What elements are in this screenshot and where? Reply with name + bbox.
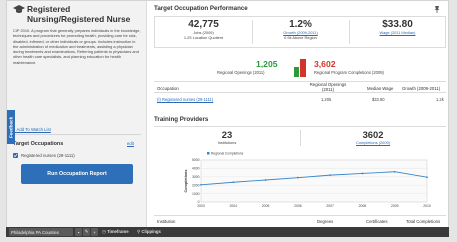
x-tick-label: 2005 bbox=[262, 204, 270, 208]
y-tick-label: 3000 bbox=[192, 175, 200, 179]
kpi-wage: $33.80 Wage (2011 Median) bbox=[349, 17, 446, 47]
legend-label: Regional Completions bbox=[211, 151, 244, 155]
add-icon[interactable]: + bbox=[91, 228, 98, 236]
occupation-table: Occupation Regional Openings (2011) Medi… bbox=[154, 81, 446, 109]
y-tick-label: 4000 bbox=[192, 167, 200, 171]
openings-bar bbox=[294, 67, 299, 77]
completions-line-chart: 0100020003000400050002003 2004 2005 2006 200… bbox=[184, 151, 431, 208]
graduation-cap-icon bbox=[13, 5, 25, 13]
data-point bbox=[296, 176, 299, 179]
region-label: Philadelphia PA Counties bbox=[11, 229, 59, 235]
kpi-jobs-value: 42,775 bbox=[188, 19, 219, 30]
timeframe-label: Timeframe bbox=[106, 228, 129, 234]
kpi-growth: 1.2% Growth (2009-2011) 0.9k Above Regio… bbox=[252, 17, 349, 47]
cell-growth: 1.2k bbox=[436, 97, 444, 102]
y-tick-label: 5000 bbox=[192, 158, 200, 162]
data-point bbox=[200, 183, 202, 186]
openings-value: 1,205 bbox=[256, 59, 278, 69]
section-title: Target Occupation Performance bbox=[154, 5, 248, 12]
kpi-wage-value: $33.80 bbox=[382, 19, 413, 30]
x-tick-label: 2004 bbox=[230, 204, 238, 208]
program-title-line2: Nursing/Registered Nurse bbox=[27, 14, 131, 24]
x-tick-label: 2009 bbox=[391, 204, 399, 208]
cell-median-wage: $33.80 bbox=[372, 97, 385, 102]
region-selector[interactable]: Philadelphia PA Counties bbox=[9, 228, 73, 236]
data-point bbox=[361, 172, 364, 175]
edit-icon[interactable]: ✎ bbox=[83, 228, 90, 236]
training-providers-panel: 23 Institutions 3602 Completions (2009) bbox=[154, 126, 446, 148]
program-title-line1: Registered bbox=[27, 4, 71, 14]
x-tick-label: 2006 bbox=[294, 204, 302, 208]
clock-icon: ◷ bbox=[102, 228, 106, 234]
kpi-wage-link[interactable]: Wage (2011 Median) bbox=[349, 30, 446, 35]
target-occupations-label: Target Occupations bbox=[13, 141, 64, 147]
col-growth[interactable]: Growth (2009-2011) bbox=[402, 86, 440, 91]
pin-icon[interactable] bbox=[433, 5, 441, 13]
program-description: CIP 2010. A program that generally prepa… bbox=[13, 28, 141, 65]
x-tick-label: 2003 bbox=[197, 204, 205, 208]
checkmark-icon bbox=[13, 154, 18, 158]
divider bbox=[13, 134, 141, 135]
kpi-location-quotient: 1.25 Location Quotient bbox=[183, 35, 224, 40]
occupation-item: Registered nurses (29-1111) bbox=[21, 153, 75, 158]
clippings-label: Clippings bbox=[141, 228, 161, 234]
timeframe-button[interactable]: ◷ Timeframe bbox=[102, 229, 129, 235]
col-certificates[interactable]: Certificates bbox=[366, 219, 388, 224]
occupation-checkbox[interactable] bbox=[13, 153, 18, 158]
map-icon[interactable]: ▪ bbox=[75, 228, 82, 236]
col-openings[interactable]: Regional Openings (2011) bbox=[304, 82, 352, 93]
institutions-value: 23 bbox=[221, 129, 233, 140]
openings-label: Regional Openings (2011) bbox=[217, 70, 265, 75]
edit-occupations-link[interactable]: edit bbox=[127, 141, 134, 146]
col-median-wage[interactable]: Median Wage bbox=[367, 86, 393, 91]
completions-table-header: Institution Degrees Certificates Total C… bbox=[154, 215, 446, 226]
data-point bbox=[426, 176, 428, 179]
clippings-button[interactable]: ⚲ Clippings bbox=[137, 229, 161, 235]
col-degrees[interactable]: Degrees bbox=[317, 219, 333, 224]
feedback-tab[interactable]: Feedback bbox=[7, 110, 15, 144]
data-point bbox=[393, 170, 396, 173]
y-axis-label: Completions bbox=[184, 170, 188, 193]
institutions-kpi: 23 Institutions bbox=[154, 129, 300, 145]
program-sidebar: Registered Nursing/Registered Nurse CIP … bbox=[7, 1, 147, 227]
y-tick-label: 1000 bbox=[192, 192, 200, 196]
kpi-growth-region: 0.9k Above Region bbox=[284, 35, 317, 40]
x-tick-label: 2007 bbox=[326, 204, 334, 208]
data-point bbox=[232, 181, 235, 184]
completions-bar bbox=[300, 59, 306, 77]
cell-openings: 1,205 bbox=[321, 97, 332, 102]
institutions-label: Institutions bbox=[217, 140, 237, 145]
completions-kpi-value: 3602 bbox=[362, 129, 384, 140]
data-point bbox=[329, 174, 332, 177]
x-tick-label: 2008 bbox=[359, 204, 367, 208]
completions-value: 3,602 bbox=[314, 59, 336, 69]
add-watch-list-link[interactable]: + Add To Watch List bbox=[13, 127, 51, 132]
legend-swatch bbox=[207, 152, 210, 155]
completions-link[interactable]: Completions (2009) bbox=[300, 140, 446, 145]
col-occupation[interactable]: Occupation bbox=[157, 86, 179, 91]
kpi-growth-value: 1.2% bbox=[289, 19, 312, 30]
occupation-link[interactable]: (I) Registered nurses (29-1111) bbox=[157, 97, 213, 102]
completions-kpi: 3602 Completions (2009) bbox=[300, 129, 446, 145]
completions-label: Regional Program Completions (2009) bbox=[314, 70, 384, 75]
y-tick-label: 2000 bbox=[192, 183, 200, 187]
pin-icon: ⚲ bbox=[137, 228, 141, 234]
x-tick-label: 2010 bbox=[423, 204, 431, 208]
col-institution[interactable]: Institution bbox=[157, 219, 175, 224]
occupation-table-header: Occupation Regional Openings (2011) Medi… bbox=[154, 81, 446, 93]
run-occupation-report-button[interactable]: Run Occupation Report bbox=[21, 164, 133, 184]
plot-area bbox=[200, 159, 428, 203]
bottom-toolbar: Philadelphia PA Counties ▪ ✎ + ◷ Timefra… bbox=[6, 227, 449, 237]
kpi-panel: 42,775 Jobs (2009) 1.25 Location Quotien… bbox=[154, 16, 446, 48]
kpi-jobs: 42,775 Jobs (2009) 1.25 Location Quotien… bbox=[155, 17, 252, 47]
app-window: Registered Nursing/Registered Nurse CIP … bbox=[6, 0, 449, 237]
col-total-completions[interactable]: Total Completions bbox=[406, 219, 440, 224]
training-providers-title: Training Providers bbox=[154, 116, 209, 123]
data-point bbox=[264, 179, 267, 181]
